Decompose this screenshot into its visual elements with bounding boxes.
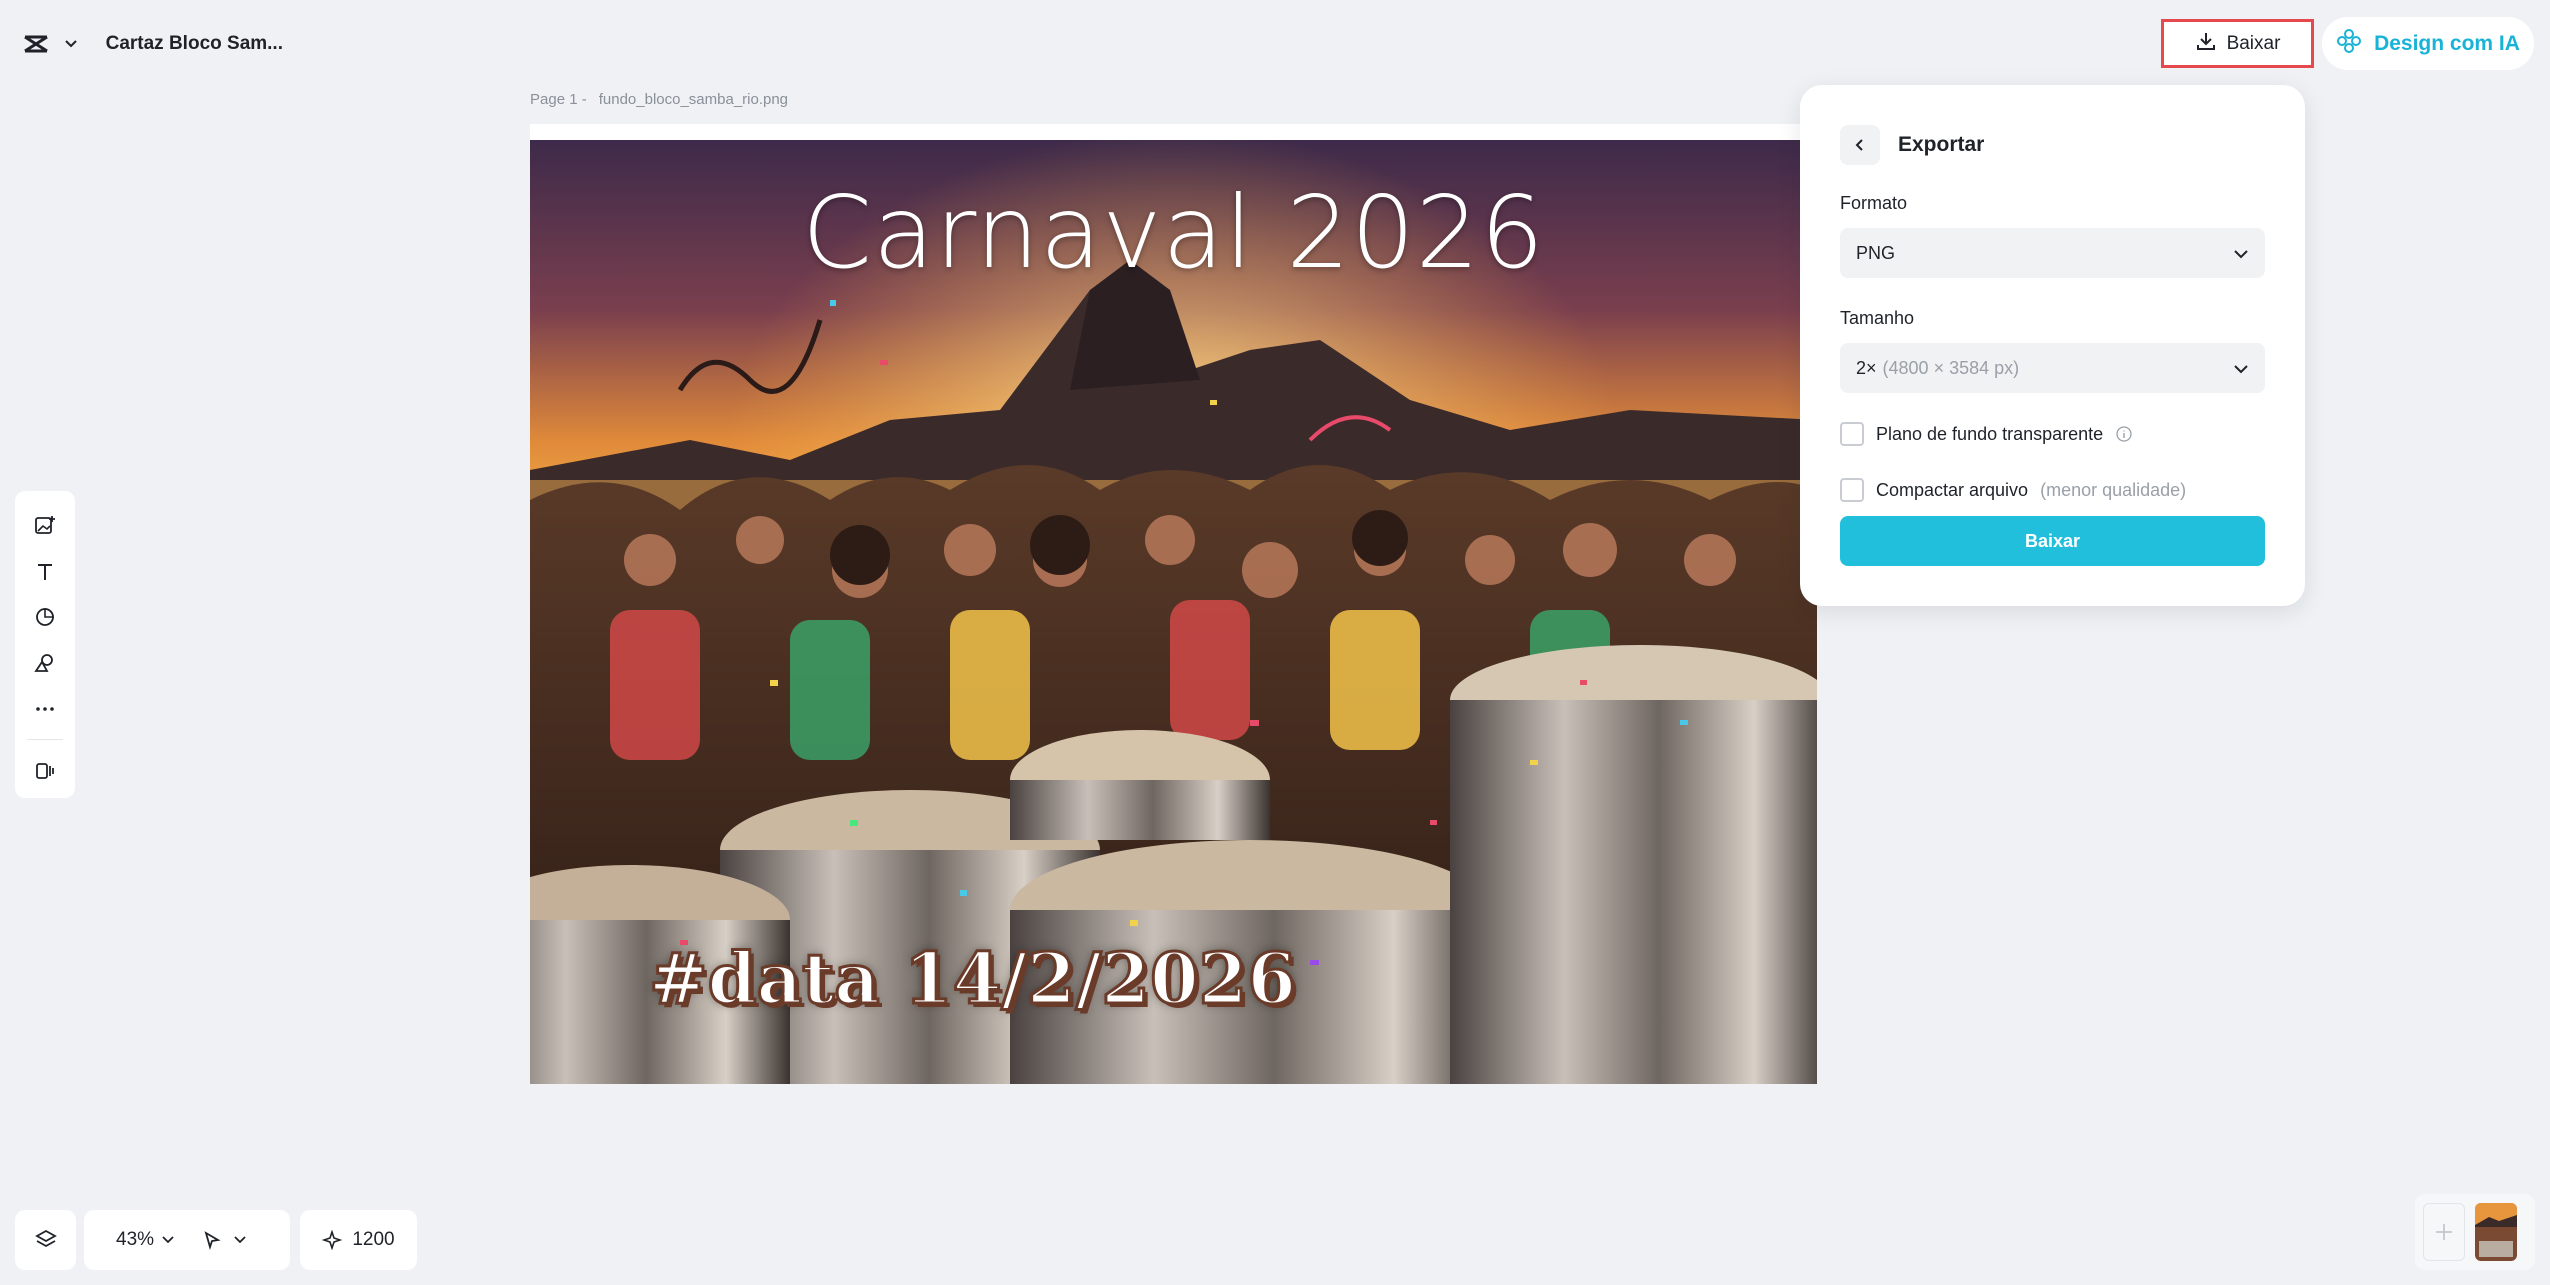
- page-file-name: fundo_bloco_samba_rio.png: [598, 91, 789, 108]
- elements-icon[interactable]: [25, 644, 65, 682]
- export-title: Exportar: [1898, 133, 1985, 156]
- design-ai-button[interactable]: Design com IA: [2322, 17, 2534, 70]
- text-icon[interactable]: [25, 553, 65, 591]
- page-number: Page 1 -: [530, 91, 587, 108]
- pointer-tool-select[interactable]: [202, 1230, 246, 1250]
- chevron-down-icon[interactable]: [63, 34, 80, 54]
- info-icon[interactable]: [2115, 425, 2133, 443]
- size-label: Tamanho: [1840, 308, 1915, 328]
- format-value: PNG: [1856, 242, 1896, 263]
- back-button[interactable]: [1840, 125, 1880, 165]
- panel-icon[interactable]: [25, 752, 65, 790]
- canvas-image[interactable]: Carnaval 2026 #data 14/2/2026: [530, 140, 1817, 1084]
- compress-note: (menor qualidade): [2040, 479, 2187, 500]
- sparkle-icon: [322, 1230, 343, 1250]
- download-button[interactable]: Baixar: [2161, 19, 2314, 68]
- size-value: 2×: [1856, 357, 1877, 378]
- credits-value: 1200: [352, 1229, 395, 1250]
- design-ai-label: Design com IA: [2374, 31, 2520, 55]
- download-label: Baixar: [2226, 32, 2281, 54]
- export-panel: Exportar Formato PNG Tamanho 2× (4800 × 3…: [1800, 85, 2305, 606]
- toolbar-divider: [27, 739, 63, 741]
- transparent-bg-checkbox[interactable]: [1840, 422, 1864, 446]
- project-title[interactable]: Cartaz Bloco Sam...: [106, 33, 283, 55]
- transparent-bg-label: Plano de fundo transparente: [1876, 423, 2104, 444]
- chevron-down-icon: [2233, 358, 2249, 379]
- export-download-button[interactable]: Baixar: [1840, 516, 2265, 566]
- size-select[interactable]: 2× (4800 × 3584 px): [1840, 343, 2265, 393]
- add-page-button[interactable]: [2423, 1203, 2465, 1261]
- capcut-logo-icon: [21, 26, 51, 62]
- add-image-icon[interactable]: [25, 507, 65, 545]
- compress-option[interactable]: Compactar arquivo (menor qualidade): [1840, 478, 2186, 502]
- format-label: Formato: [1840, 193, 1908, 213]
- plus-icon: [2436, 1224, 2452, 1240]
- project-menu[interactable]: Cartaz Bloco Sam...: [13, 15, 283, 73]
- zoom-value: 43%: [116, 1229, 155, 1250]
- ai-sparkle-icon: [2336, 28, 2362, 60]
- cursor-icon: [204, 1231, 221, 1250]
- chevron-down-icon: [162, 1236, 174, 1244]
- chevron-down-icon: [234, 1236, 246, 1244]
- layers-button[interactable]: [15, 1210, 76, 1270]
- zoom-controls: 43%: [84, 1210, 290, 1270]
- compress-label: Compactar arquivo: [1876, 479, 2029, 500]
- left-toolbar: [15, 491, 75, 798]
- zoom-select[interactable]: 43%: [116, 1229, 174, 1251]
- layers-icon: [34, 1229, 57, 1248]
- poster-headline[interactable]: Carnaval 2026: [530, 174, 1817, 291]
- credits-button[interactable]: 1200: [300, 1210, 417, 1270]
- page-thumbnail[interactable]: [2475, 1203, 2517, 1261]
- shapes-icon[interactable]: [25, 598, 65, 636]
- page-label: Page 1 - fundo_bloco_samba_rio.png: [530, 91, 788, 108]
- more-icon[interactable]: [25, 690, 65, 728]
- download-icon: [2195, 30, 2217, 58]
- format-select[interactable]: PNG: [1840, 228, 2265, 278]
- chevron-left-icon: [1855, 139, 1863, 151]
- page-thumbnails: [2415, 1194, 2535, 1270]
- transparent-bg-option[interactable]: Plano de fundo transparente: [1840, 422, 2133, 446]
- poster-date-text[interactable]: #data 14/2/2026: [647, 936, 1297, 1022]
- export-header: Exportar: [1840, 125, 1984, 165]
- compress-checkbox[interactable]: [1840, 478, 1864, 502]
- chevron-down-icon: [2233, 243, 2249, 264]
- size-detail: (4800 × 3584 px): [1882, 357, 2020, 378]
